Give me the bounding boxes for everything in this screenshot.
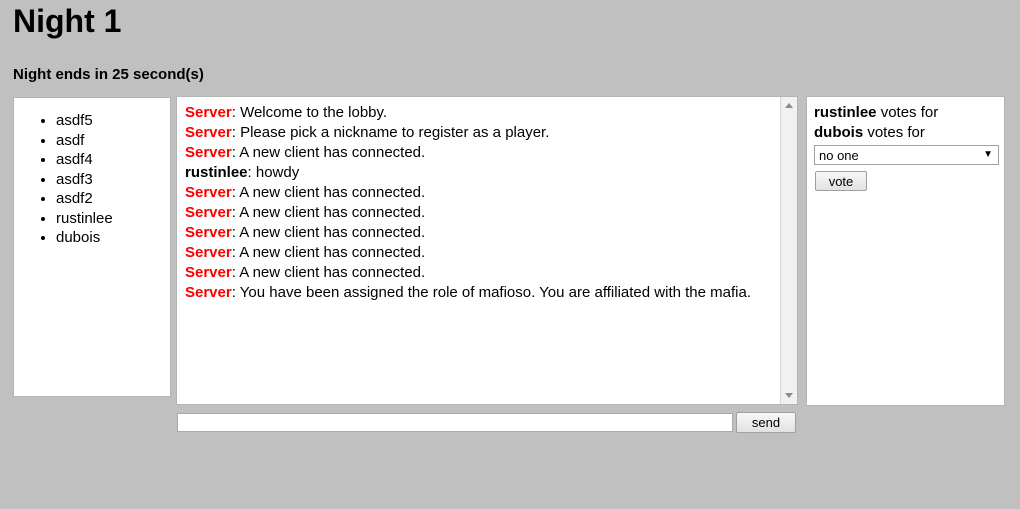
chat-message-separator: :	[231, 124, 241, 141]
chat-scrollbar[interactable]	[780, 97, 797, 404]
chat-message-sender: Server	[185, 184, 232, 201]
player-name: dubois	[56, 229, 101, 246]
chat-message: Server: A new client has connected.	[185, 223, 778, 243]
chat-message: Server: A new client has connected.	[185, 203, 778, 223]
chat-message-text: A new client has connected.	[239, 184, 426, 201]
player-list: asdf5 asdf asdf4 asdf3 asdf2 rustinlee dubois	[14, 98, 170, 248]
chat-message-text: A new client has connected.	[239, 264, 426, 281]
player-name: rustinlee	[56, 209, 113, 227]
vote-status-row: rustinlee votes for	[807, 97, 1004, 123]
chat-message: rustinlee: howdy	[185, 163, 778, 183]
send-button[interactable]: send	[736, 412, 796, 433]
chat-message: Server: Welcome to the lobby.	[185, 103, 778, 123]
chat-message-sender: Server	[185, 244, 232, 261]
chat-message-sender: rustinlee	[185, 164, 248, 181]
chat-message-text: Welcome to the lobby.	[240, 104, 388, 121]
player-name: asdf4	[56, 151, 93, 168]
list-item: asdf4	[56, 150, 170, 170]
chat-message-sender: Server	[185, 264, 232, 281]
list-item: dubois	[56, 228, 170, 248]
chat-scrollbar-thumb[interactable]	[782, 114, 796, 387]
chat-message-text: Please pick a nickname to register as a …	[240, 124, 550, 141]
scroll-down-icon[interactable]	[781, 387, 797, 404]
vote-target-select[interactable]: no one ▼	[814, 145, 999, 165]
vote-status-list: rustinlee votes for dubois votes for	[807, 97, 1004, 143]
chat-message: Server: A new client has connected.	[185, 143, 778, 163]
chat-message: Server: A new client has connected.	[185, 243, 778, 263]
chat-message: Server: A new client has connected.	[185, 263, 778, 283]
player-name: asdf	[56, 131, 85, 149]
chat-message-sender: Server	[185, 224, 232, 241]
list-item: asdf3	[56, 170, 170, 190]
chevron-down-icon: ▼	[983, 149, 993, 160]
page-title: Night 1	[13, 3, 122, 39]
chat-message-separator: :	[231, 284, 240, 301]
list-item: asdf2	[56, 189, 170, 209]
player-name: asdf3	[56, 170, 93, 188]
list-item: asdf5	[56, 111, 170, 131]
chat-message-separator: :	[247, 164, 256, 181]
chat-input[interactable]	[177, 413, 733, 432]
chat-message-text: You have been assigned the role of mafio…	[239, 284, 751, 301]
vote-status-suffix: votes for	[876, 104, 939, 121]
player-name: asdf2	[56, 190, 93, 207]
chat-message-sender: Server	[185, 144, 232, 161]
chat-message: Server: A new client has connected.	[185, 183, 778, 203]
chat-message-sender: Server	[185, 284, 232, 301]
chat-message: Server: You have been assigned the role …	[185, 283, 778, 303]
chat-message-separator: :	[231, 104, 241, 121]
player-list-panel: asdf5 asdf asdf4 asdf3 asdf2 rustinlee dubois	[13, 97, 171, 397]
chat-message-text: A new client has connected.	[239, 224, 426, 241]
chat-message-text: A new client has connected.	[239, 204, 426, 221]
vote-status-suffix: votes for	[863, 124, 925, 141]
chat-message-text: A new client has connected.	[239, 244, 426, 261]
chat-message-sender: Server	[185, 204, 232, 221]
chat-message-sender: Server	[185, 104, 232, 121]
chat-message-sender: Server	[185, 124, 232, 141]
vote-button[interactable]: vote	[815, 171, 867, 191]
voter-name: rustinlee	[814, 104, 877, 121]
chat-message-text: A new client has connected.	[239, 144, 426, 161]
night-timer-text: Night ends in 25 second(s)	[13, 66, 204, 83]
vote-panel: rustinlee votes for dubois votes for no o…	[806, 96, 1005, 406]
list-item: asdf	[56, 131, 170, 151]
voter-name: dubois	[814, 124, 864, 141]
chat-panel: Server: Welcome to the lobby. Server: Ple…	[176, 96, 798, 405]
chat-message: Server: Please pick a nickname to regist…	[185, 123, 778, 143]
vote-target-value: no one	[819, 147, 859, 163]
player-name: asdf5	[56, 112, 93, 129]
list-item: rustinlee	[56, 209, 170, 229]
scroll-up-icon[interactable]	[781, 97, 797, 114]
vote-status-row: dubois votes for	[807, 123, 1004, 143]
chat-message-list: Server: Welcome to the lobby. Server: Ple…	[177, 97, 778, 404]
chat-message-text: howdy	[255, 164, 300, 181]
